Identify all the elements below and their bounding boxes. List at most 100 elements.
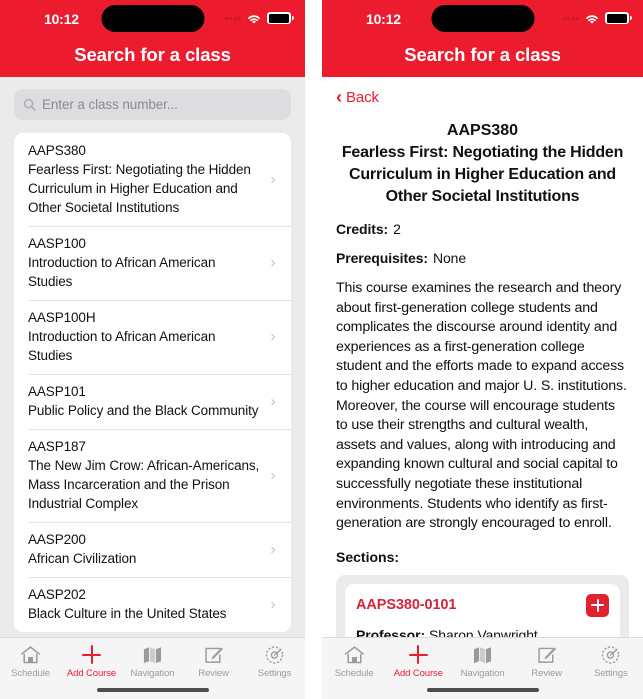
gear-icon	[264, 644, 285, 665]
course-detail: AAPS380 Fearless First: Negotiating the …	[322, 112, 643, 637]
tab-label: Add Course	[66, 668, 117, 679]
battery-icon	[267, 12, 294, 24]
page-title: Search for a class	[74, 44, 231, 65]
section-code: AAPS380-0101	[356, 597, 457, 614]
prerequisites-row: Prerequisites: None	[336, 250, 629, 266]
right-header: 10:12 Search for a class	[322, 0, 643, 77]
add-section-button[interactable]	[586, 593, 609, 617]
tab-settings[interactable]: Settings	[244, 644, 305, 679]
status-time: 10:12	[44, 11, 79, 27]
tab-review[interactable]: Review	[515, 644, 579, 679]
compose-icon	[536, 644, 557, 665]
course-title: Public Policy and the Black Community	[28, 403, 259, 418]
tab-add-course[interactable]: Add Course	[61, 644, 122, 679]
tab-settings[interactable]: Settings	[579, 644, 643, 679]
tab-label: Schedule	[11, 668, 50, 679]
prerequisites-label: Prerequisites:	[336, 250, 428, 266]
list-item[interactable]: AASP187 The New Jim Crow: African-Americ…	[14, 429, 291, 522]
chevron-right-icon: ›	[270, 392, 276, 410]
gear-icon	[600, 644, 621, 665]
course-title: African Civilization	[28, 551, 137, 566]
status-time: 10:12	[366, 11, 401, 27]
battery-icon	[605, 12, 632, 24]
chevron-right-icon: ›	[270, 328, 276, 345]
home-indicator[interactable]	[426, 687, 539, 692]
plus-icon	[408, 644, 429, 665]
back-button[interactable]: ‹ Back	[322, 77, 643, 112]
wifi-icon	[584, 12, 600, 24]
tab-navigation[interactable]: Navigation	[122, 644, 183, 679]
home-icon	[20, 644, 41, 665]
course-code: AASP187	[28, 439, 86, 454]
credits-row: Credits: 2	[336, 221, 629, 237]
chevron-left-icon: ‹	[336, 87, 342, 107]
list-item-text: AASP101 Public Policy and the Black Comm…	[28, 382, 261, 420]
plus-icon	[81, 644, 102, 665]
chevron-right-icon: ›	[270, 466, 276, 484]
list-item-text: AAPS380 Fearless First: Negotiating the …	[28, 141, 261, 217]
right-content: ‹ Back AAPS380 Fearless First: Negotiati…	[322, 77, 643, 637]
tab-schedule[interactable]: Schedule	[0, 644, 61, 679]
course-code: AASP100H	[28, 310, 96, 325]
tab-label: Navigation	[130, 668, 175, 679]
tab-label: Add Course	[393, 668, 443, 679]
list-item[interactable]: AASP100H Introduction to African America…	[14, 300, 291, 374]
list-item[interactable]: AAPS380 Fearless First: Negotiating the …	[14, 133, 291, 226]
screenshot-gap	[305, 0, 322, 699]
list-item[interactable]: AASP101 Public Policy and the Black Comm…	[14, 374, 291, 429]
credits-label: Credits:	[336, 221, 389, 237]
course-description: This course examines the research and th…	[336, 280, 627, 532]
course-title: Introduction to African American Studies	[28, 255, 216, 289]
professor-label: Professor:	[356, 626, 426, 637]
signal-dots-icon	[562, 16, 579, 20]
status-indicators	[562, 12, 632, 24]
tab-label: Review	[531, 668, 562, 679]
sections-container: AAPS380-0101 Professor: Sharon Vanwright	[336, 574, 629, 637]
course-list: AAPS380 Fearless First: Negotiating the …	[14, 133, 291, 632]
left-status-bar: 10:12	[0, 0, 305, 40]
course-code: AASP200	[28, 532, 86, 547]
status-indicators	[224, 12, 294, 24]
chevron-right-icon: ›	[270, 595, 276, 613]
section-card[interactable]: AAPS380-0101 Professor: Sharon Vanwright	[345, 583, 620, 637]
tab-schedule[interactable]: Schedule	[322, 644, 386, 679]
left-header: 10:12 Search for a class	[0, 0, 305, 77]
left-tab-bar: Schedule Add Course Navigation Review Se…	[0, 637, 305, 699]
tab-label: Navigation	[460, 668, 505, 679]
left-phone-screen: 10:12 Search for a class Enter a class n…	[0, 0, 305, 699]
chevron-right-icon: ›	[270, 170, 276, 188]
tab-label: Settings	[594, 668, 628, 679]
right-phone-screen: 10:12 Search for a class ‹ Back AAPS380 …	[322, 0, 643, 699]
section-header: AAPS380-0101	[356, 593, 609, 617]
tab-label: Settings	[257, 668, 292, 679]
map-icon	[472, 644, 493, 665]
wifi-icon	[246, 12, 262, 24]
detail-course-name: Fearless First: Negotiating the Hidden C…	[341, 144, 624, 205]
left-content: Enter a class number... AAPS380 Fearless…	[0, 77, 305, 637]
list-item-text: AASP100H Introduction to African America…	[28, 308, 261, 365]
chevron-right-icon: ›	[270, 540, 276, 558]
list-item-text: AASP100 Introduction to African American…	[28, 234, 261, 291]
right-status-bar: 10:12	[322, 0, 643, 40]
list-item-text: AASP200 African Civilization	[28, 530, 261, 568]
credits-value: 2	[393, 221, 401, 237]
list-item[interactable]: AASP200 African Civilization ›	[14, 522, 291, 577]
compose-icon	[203, 644, 224, 665]
list-item[interactable]: AASP100 Introduction to African American…	[14, 226, 291, 300]
list-item[interactable]: AASP202 Black Culture in the United Stat…	[14, 577, 291, 632]
list-item-text: AASP202 Black Culture in the United Stat…	[28, 585, 261, 623]
right-tab-bar: Schedule Add Course Navigation Review Se…	[322, 637, 643, 699]
back-label: Back	[346, 88, 379, 106]
tab-add-course[interactable]: Add Course	[386, 644, 450, 679]
tab-label: Review	[198, 668, 229, 679]
professor-value: Sharon Vanwright	[429, 626, 538, 637]
course-title: Black Culture in the United States	[28, 606, 227, 621]
search-input[interactable]: Enter a class number...	[14, 89, 291, 120]
search-icon	[23, 98, 36, 111]
search-placeholder: Enter a class number...	[42, 97, 178, 112]
course-code: AAPS380	[28, 143, 86, 158]
home-indicator[interactable]	[96, 687, 209, 692]
signal-dots-icon	[224, 16, 241, 20]
tab-review[interactable]: Review	[183, 644, 244, 679]
tab-navigation[interactable]: Navigation	[450, 644, 514, 679]
